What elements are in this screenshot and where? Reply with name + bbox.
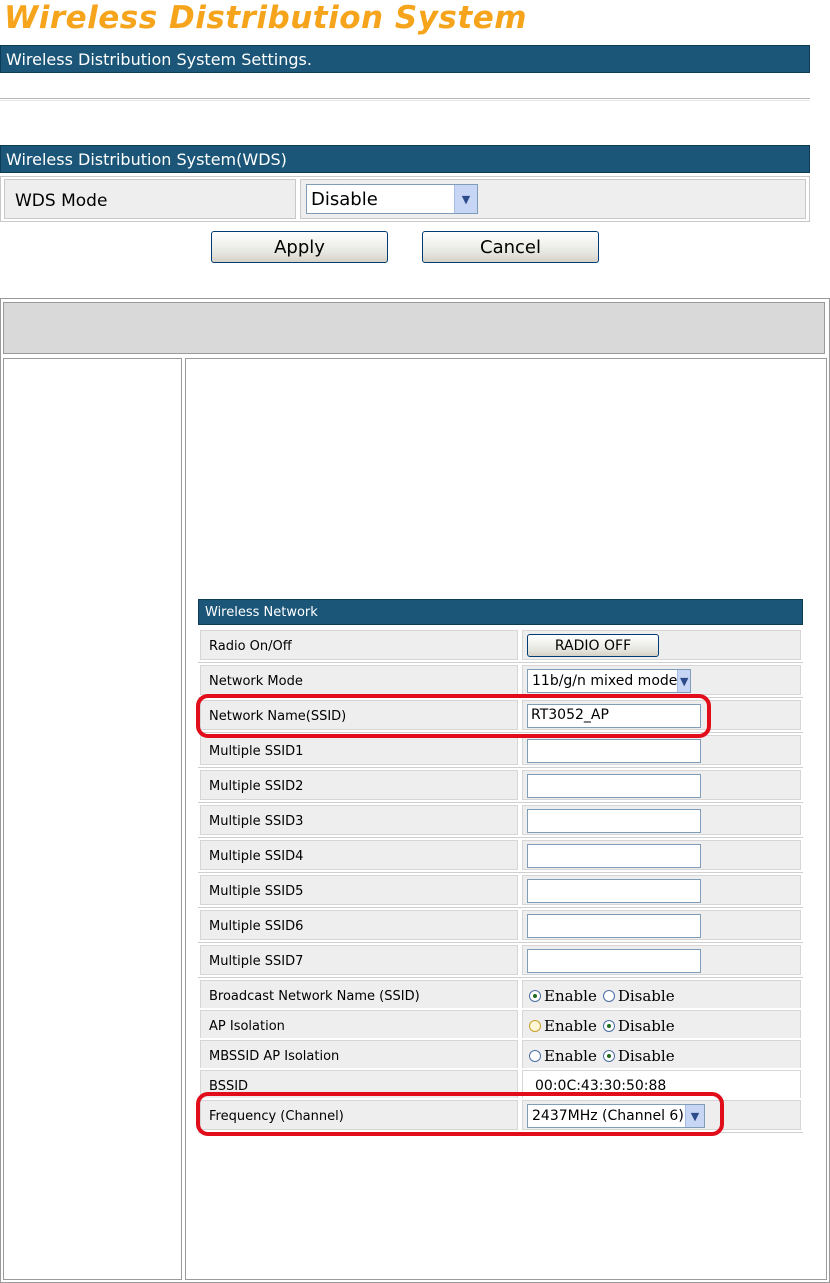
- wds-mode-select[interactable]: Disable ▼: [306, 184, 478, 214]
- bssid-cell: 00:0C:43:30:50:88: [522, 1070, 801, 1100]
- network-mode-cell: 11b/g/n mixed mode ▼: [522, 665, 801, 695]
- broadcast-disable-label: Disable: [617, 987, 675, 1005]
- ssid-label: Network Name(SSID): [200, 700, 518, 730]
- broadcast-cell: Enable Disable: [522, 980, 801, 1010]
- radio-row: Radio On/Off RADIO OFF: [198, 628, 803, 663]
- multiple-ssid-cell: [522, 735, 801, 765]
- broadcast-label: Broadcast Network Name (SSID): [200, 980, 518, 1010]
- multiple-ssid6-input[interactable]: [527, 914, 701, 938]
- multiple-ssid-cell: [522, 770, 801, 800]
- cancel-button[interactable]: Cancel: [422, 231, 599, 263]
- ssid-row: Network Name(SSID) RT3052_AP: [198, 698, 803, 733]
- frequency-label: Frequency (Channel): [200, 1100, 518, 1130]
- multiple-ssid-row: Multiple SSID5: [198, 873, 803, 908]
- multiple-ssid-row: Multiple SSID3: [198, 803, 803, 838]
- wds-mode-value: Disable: [311, 188, 378, 210]
- multiple-ssid3-input[interactable]: [527, 809, 701, 833]
- step2-label: Step2: [199, 1160, 255, 1180]
- multiple-ssid7-input[interactable]: [527, 949, 701, 973]
- multiple-ssid-row: Multiple SSID4: [198, 838, 803, 873]
- network-mode-select[interactable]: 11b/g/n mixed mode ▼: [527, 669, 691, 693]
- mbssid-isolation-label: MBSSID AP Isolation: [200, 1040, 518, 1070]
- bssid-value: 00:0C:43:30:50:88: [535, 1078, 667, 1094]
- multiple-ssid5-input[interactable]: [527, 879, 701, 903]
- page-title: Wireless Distribution System: [4, 0, 528, 36]
- multiple-ssid-label: Multiple SSID5: [200, 875, 518, 905]
- multiple-ssid-cell: [522, 805, 801, 835]
- ap-isolation-disable-radio[interactable]: [602, 1020, 615, 1032]
- ssid-input[interactable]: RT3052_AP: [527, 704, 701, 728]
- chevron-down-icon: ▼: [677, 670, 690, 692]
- broadcast-radio-group: Enable Disable: [529, 987, 681, 1005]
- ap-isolation-enable-label: Enable: [544, 1017, 597, 1035]
- multiple-ssid-cell: [522, 875, 801, 905]
- multiple-ssid-row: Multiple SSID1: [198, 733, 803, 768]
- document-table-header: [3, 302, 825, 354]
- network-mode-value: 11b/g/n mixed mode: [532, 673, 678, 689]
- mbssid-isolation-disable-radio[interactable]: [602, 1050, 615, 1062]
- frequency-row: Frequency (Channel) 2437MHz (Channel 6) …: [198, 1098, 803, 1133]
- ap-isolation-enable-radio[interactable]: [529, 1020, 541, 1032]
- broadcast-enable-radio[interactable]: [529, 990, 541, 1002]
- ap-isolation-label: AP Isolation: [200, 1010, 518, 1040]
- network-mode-row: Network Mode 11b/g/n mixed mode ▼: [198, 663, 803, 698]
- mbssid-isolation-enable-label: Enable: [544, 1047, 597, 1065]
- multiple-ssid-cell: [522, 945, 801, 975]
- divider: [0, 98, 810, 101]
- bssid-label: BSSID: [200, 1070, 518, 1100]
- mbssid-isolation-enable-radio[interactable]: [529, 1050, 541, 1062]
- multiple-ssid-label: Multiple SSID3: [200, 805, 518, 835]
- multiple-ssid4-input[interactable]: [527, 844, 701, 868]
- multiple-ssid-row: Multiple SSID2: [198, 768, 803, 803]
- multiple-ssid-label: Multiple SSID2: [200, 770, 518, 800]
- wireless-network-header: Wireless Network: [198, 599, 803, 625]
- wds-section-bar: Wireless Distribution System(WDS): [0, 145, 810, 173]
- mbssid-isolation-radio-group: Enable Disable: [529, 1047, 681, 1065]
- multiple-ssid-row: Multiple SSID6: [198, 908, 803, 943]
- frequency-select[interactable]: 2437MHz (Channel 6) ▼: [527, 1104, 705, 1128]
- document-left-column: [3, 358, 182, 1280]
- ap-isolation-cell: Enable Disable: [522, 1010, 801, 1040]
- frequency-cell: 2437MHz (Channel 6) ▼: [522, 1100, 801, 1130]
- multiple-ssid2-input[interactable]: [527, 774, 701, 798]
- frequency-value: 2437MHz (Channel 6): [532, 1108, 684, 1124]
- radio-off-button[interactable]: RADIO OFF: [527, 634, 659, 657]
- broadcast-enable-label: Enable: [544, 987, 597, 1005]
- radio-label: Radio On/Off: [200, 630, 518, 660]
- ssid-cell: RT3052_AP: [522, 700, 801, 730]
- multiple-ssid-label: Multiple SSID6: [200, 910, 518, 940]
- multiple-ssid-label: Multiple SSID4: [200, 840, 518, 870]
- ap-isolation-radio-group: Enable Disable: [529, 1017, 681, 1035]
- radio-cell: RADIO OFF: [522, 630, 801, 660]
- multiple-ssid-row: Multiple SSID7: [198, 943, 803, 978]
- chevron-down-icon: ▼: [685, 1105, 704, 1127]
- multiple-ssid-cell: [522, 840, 801, 870]
- multiple-ssid-label: Multiple SSID7: [200, 945, 518, 975]
- broadcast-disable-radio[interactable]: [602, 990, 615, 1002]
- apply-button[interactable]: Apply: [211, 231, 388, 263]
- mbssid-isolation-cell: Enable Disable: [522, 1040, 801, 1070]
- step1-label: Step1: [199, 543, 255, 563]
- settings-bar: Wireless Distribution System Settings.: [0, 45, 810, 73]
- network-mode-label: Network Mode: [200, 665, 518, 695]
- wds-mode-label: WDS Mode: [4, 179, 296, 219]
- multiple-ssid-label: Multiple SSID1: [200, 735, 518, 765]
- multiple-ssid1-input[interactable]: [527, 739, 701, 763]
- ap-isolation-disable-label: Disable: [617, 1017, 675, 1035]
- chevron-down-icon: ▼: [454, 185, 477, 213]
- mbssid-isolation-disable-label: Disable: [617, 1047, 675, 1065]
- multiple-ssid-cell: [522, 910, 801, 940]
